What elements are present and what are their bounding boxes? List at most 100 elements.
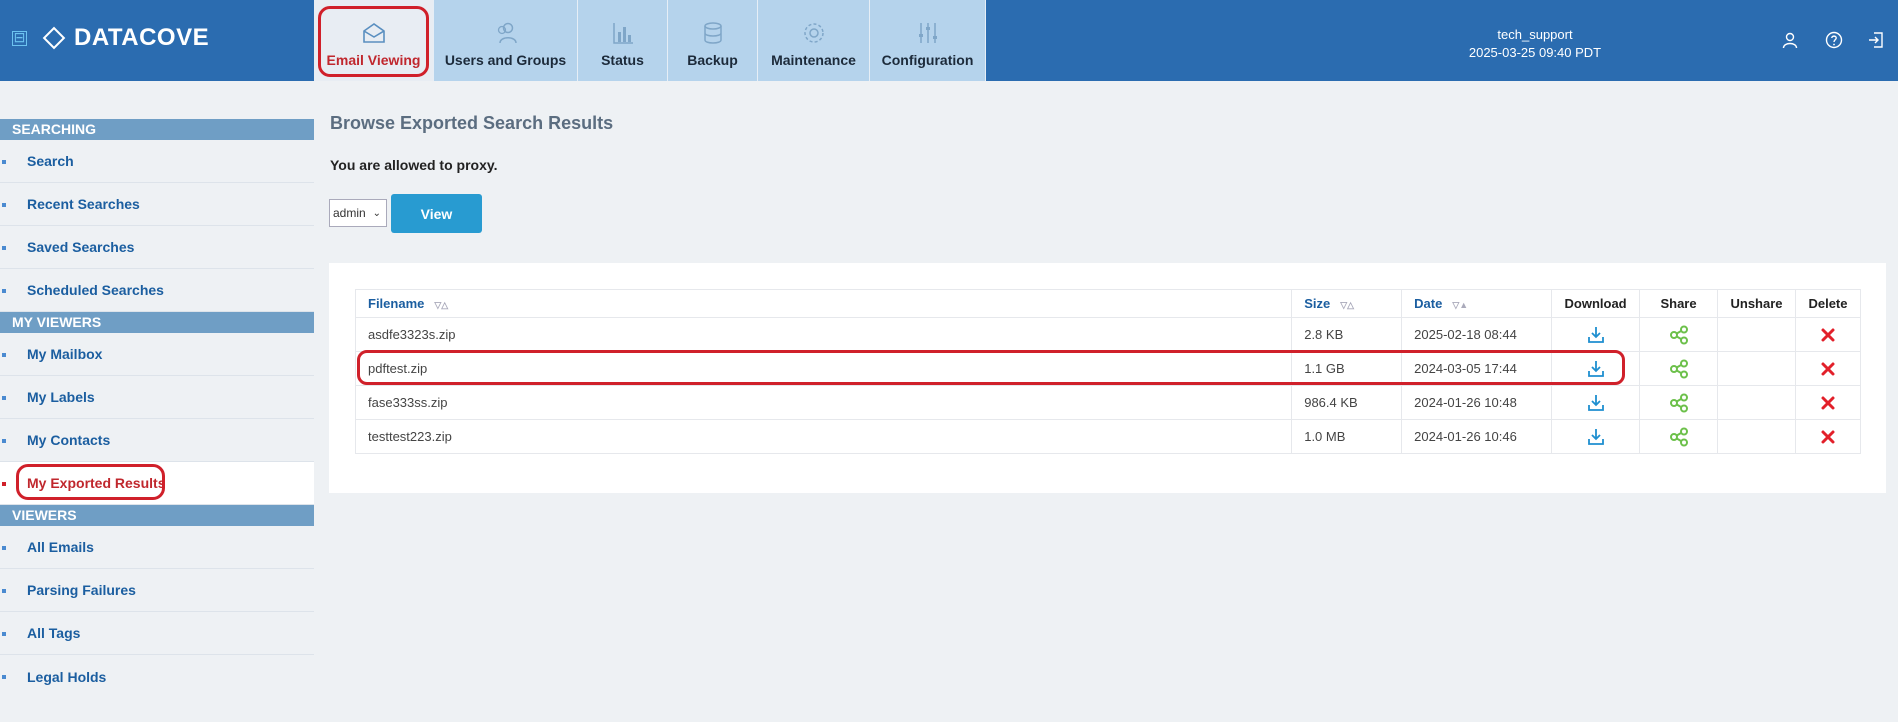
table-row: pdftest.zip 1.1 GB 2024-03-05 17:44 xyxy=(354,351,1862,386)
app-header: ⊟ DATACOVE Email Viewing Users and Group… xyxy=(0,0,1898,81)
collapse-sidebar-icon[interactable]: ⊟ xyxy=(12,30,27,46)
share-icon[interactable] xyxy=(1669,427,1689,447)
size-cell: 1.1 GB xyxy=(1291,351,1403,386)
filename-cell: asdfe3323s.zip xyxy=(354,317,1293,352)
share-icon[interactable] xyxy=(1669,359,1689,379)
sidebar-item-parsing-failures[interactable]: Parsing Failures xyxy=(0,569,314,612)
table-row: asdfe3323s.zip 2.8 KB 2025-02-18 08:44 xyxy=(354,317,1862,352)
delete-icon[interactable] xyxy=(1818,393,1838,413)
proxy-user-select[interactable]: admin ⌄ xyxy=(329,199,387,227)
unshare-cell xyxy=(1717,385,1796,420)
delete-icon[interactable] xyxy=(1818,325,1838,345)
delete-cell xyxy=(1794,419,1862,454)
help-icon[interactable] xyxy=(1825,31,1843,49)
sidebar: SEARCHING Search Recent Searches Saved S… xyxy=(0,119,314,698)
bullet-icon xyxy=(2,246,6,250)
download-icon[interactable] xyxy=(1586,393,1606,413)
download-icon[interactable] xyxy=(1586,325,1606,345)
user-info: tech_support 2025-03-25 09:40 PDT xyxy=(1440,26,1630,62)
col-unshare: Unshare xyxy=(1717,289,1796,318)
tab-backup[interactable]: Backup xyxy=(668,0,758,81)
filename-cell: testtest223.zip xyxy=(354,419,1293,454)
filename-cell: fase333ss.zip xyxy=(354,385,1293,420)
delete-icon[interactable] xyxy=(1818,359,1838,379)
share-icon[interactable] xyxy=(1669,325,1689,345)
download-cell xyxy=(1551,317,1641,352)
col-delete: Delete xyxy=(1794,289,1862,318)
delete-cell xyxy=(1794,385,1862,420)
sidebar-item-my-mailbox[interactable]: My Mailbox xyxy=(0,333,314,376)
sidebar-item-saved-searches[interactable]: Saved Searches xyxy=(0,226,314,269)
page-title: Browse Exported Search Results xyxy=(330,113,614,133)
size-cell: 2.8 KB xyxy=(1291,317,1403,352)
bullet-icon xyxy=(2,546,6,550)
sidebar-item-recent-searches[interactable]: Recent Searches xyxy=(0,183,314,226)
sidebar-item-legal-holds[interactable]: Legal Holds xyxy=(0,655,314,698)
bullet-icon xyxy=(2,353,6,357)
download-cell xyxy=(1551,419,1641,454)
table-header-row: Filename ▽△ Size ▽△ Date ▽▲ Download Share … xyxy=(354,289,1862,318)
share-cell xyxy=(1639,385,1719,420)
sort-icon: ▽△ xyxy=(434,300,449,310)
sidebar-item-search[interactable]: Search xyxy=(0,140,314,183)
col-date[interactable]: Date ▽▲ xyxy=(1401,289,1553,318)
col-download: Download xyxy=(1551,289,1641,318)
col-share: Share xyxy=(1639,289,1719,318)
sidebar-heading-viewers: VIEWERS xyxy=(0,505,314,526)
date-cell: 2024-01-26 10:48 xyxy=(1401,385,1553,420)
bullet-icon xyxy=(2,160,6,164)
delete-cell xyxy=(1794,351,1862,386)
share-cell xyxy=(1639,351,1719,386)
tab-configuration[interactable]: Configuration xyxy=(870,0,986,81)
size-cell: 1.0 MB xyxy=(1291,419,1403,454)
bullet-icon xyxy=(2,589,6,593)
brand-name: DATACOVE xyxy=(74,24,210,51)
download-cell xyxy=(1551,351,1641,386)
date-cell: 2025-02-18 08:44 xyxy=(1401,317,1553,352)
database-icon xyxy=(700,20,726,46)
sort-icon: ▽△ xyxy=(1340,300,1355,310)
bullet-icon xyxy=(2,632,6,636)
logout-icon[interactable] xyxy=(1867,31,1885,49)
view-button[interactable]: View xyxy=(391,194,482,233)
sidebar-item-scheduled-searches[interactable]: Scheduled Searches xyxy=(0,269,314,312)
tab-users-and-groups[interactable]: Users and Groups xyxy=(434,0,578,81)
envelope-icon xyxy=(361,20,387,46)
bullet-icon xyxy=(2,396,6,400)
download-icon[interactable] xyxy=(1586,359,1606,379)
users-icon xyxy=(493,20,519,46)
user-icon[interactable] xyxy=(1781,31,1799,49)
bullet-icon xyxy=(2,203,6,207)
sidebar-item-my-labels[interactable]: My Labels xyxy=(0,376,314,419)
proxy-note: You are allowed to proxy. xyxy=(330,157,498,173)
current-datetime: 2025-03-25 09:40 PDT xyxy=(1468,45,1602,60)
sidebar-item-my-exported-results[interactable]: My Exported Results xyxy=(0,462,314,505)
bullet-icon xyxy=(2,289,6,293)
exported-results-table: Filename ▽△ Size ▽△ Date ▽▲ Download Share … xyxy=(354,289,1862,454)
bullet-icon xyxy=(2,675,6,679)
date-cell: 2024-03-05 17:44 xyxy=(1401,351,1553,386)
delete-icon[interactable] xyxy=(1818,427,1838,447)
sliders-icon xyxy=(915,20,941,46)
bar-chart-icon xyxy=(610,20,636,46)
proxy-user-value: admin xyxy=(333,206,366,220)
share-icon[interactable] xyxy=(1669,393,1689,413)
sidebar-item-all-tags[interactable]: All Tags xyxy=(0,612,314,655)
sort-icon: ▽▲ xyxy=(1452,300,1469,310)
col-size[interactable]: Size ▽△ xyxy=(1291,289,1403,318)
tab-email-viewing[interactable]: Email Viewing xyxy=(314,0,434,81)
sidebar-heading-searching: SEARCHING xyxy=(0,119,314,140)
tab-maintenance[interactable]: Maintenance xyxy=(758,0,870,81)
download-icon[interactable] xyxy=(1586,427,1606,447)
unshare-cell xyxy=(1717,351,1796,386)
tab-status[interactable]: Status xyxy=(578,0,668,81)
sidebar-item-my-contacts[interactable]: My Contacts xyxy=(0,419,314,462)
gear-icon xyxy=(801,20,827,46)
datacove-logo[interactable]: DATACOVE xyxy=(42,24,210,52)
table-row: testtest223.zip 1.0 MB 2024-01-26 10:46 xyxy=(354,419,1862,454)
bullet-icon xyxy=(2,439,6,443)
col-filename[interactable]: Filename ▽△ xyxy=(354,289,1293,318)
sidebar-item-all-emails[interactable]: All Emails xyxy=(0,526,314,569)
date-cell: 2024-01-26 10:46 xyxy=(1401,419,1553,454)
download-cell xyxy=(1551,385,1641,420)
